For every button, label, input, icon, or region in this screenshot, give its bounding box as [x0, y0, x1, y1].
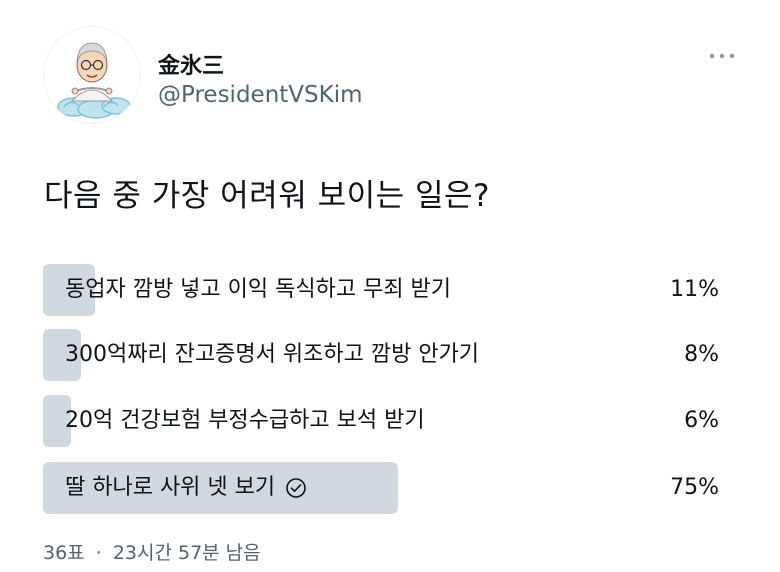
vote-count: 36표 — [43, 542, 85, 564]
tweet-text: 다음 중 가장 어려워 보이는 일은? — [44, 178, 490, 214]
poll-option-label: 동업자 깜방 넣고 이익 독식하고 무죄 받기 — [65, 277, 452, 302]
poll-option[interactable]: 딸 하나로 사위 넷 보기 75% — [43, 462, 719, 514]
more-dots-icon[interactable] — [706, 46, 738, 66]
poll-footer: 36표 · 23시간 57분 남음 — [43, 538, 261, 565]
avatar[interactable] — [43, 26, 141, 124]
poll-option[interactable]: 300억짜리 잔고증명서 위조하고 깜방 안가기 8% — [43, 329, 719, 381]
poll-option-percent: 8% — [684, 342, 719, 367]
user-handle[interactable]: @PresidentVSKim — [158, 82, 363, 108]
poll-option-label: 300억짜리 잔고증명서 위조하고 깜방 안가기 — [65, 342, 480, 367]
poll-option-percent: 6% — [684, 408, 719, 433]
check-circle-icon — [286, 478, 306, 498]
poll-option-label: 딸 하나로 사위 넷 보기 — [65, 475, 276, 500]
poll-option-percent: 75% — [670, 475, 719, 500]
display-name[interactable]: 金氷三 — [158, 48, 224, 80]
poll-option-percent: 11% — [670, 277, 719, 302]
avatar-illustration — [57, 42, 131, 119]
tweet-card: 金氷三 @PresidentVSKim 다음 중 가장 어려워 보이는 일은? … — [0, 0, 780, 572]
footer-separator: · — [95, 542, 102, 564]
poll-option[interactable]: 동업자 깜방 넣고 이익 독식하고 무죄 받기 11% — [43, 264, 719, 316]
poll-option-label: 20억 건강보험 부정수급하고 보석 받기 — [65, 408, 425, 433]
time-remaining: 23시간 57분 남음 — [112, 542, 261, 564]
poll-option[interactable]: 20억 건강보험 부정수급하고 보석 받기 6% — [43, 395, 719, 447]
